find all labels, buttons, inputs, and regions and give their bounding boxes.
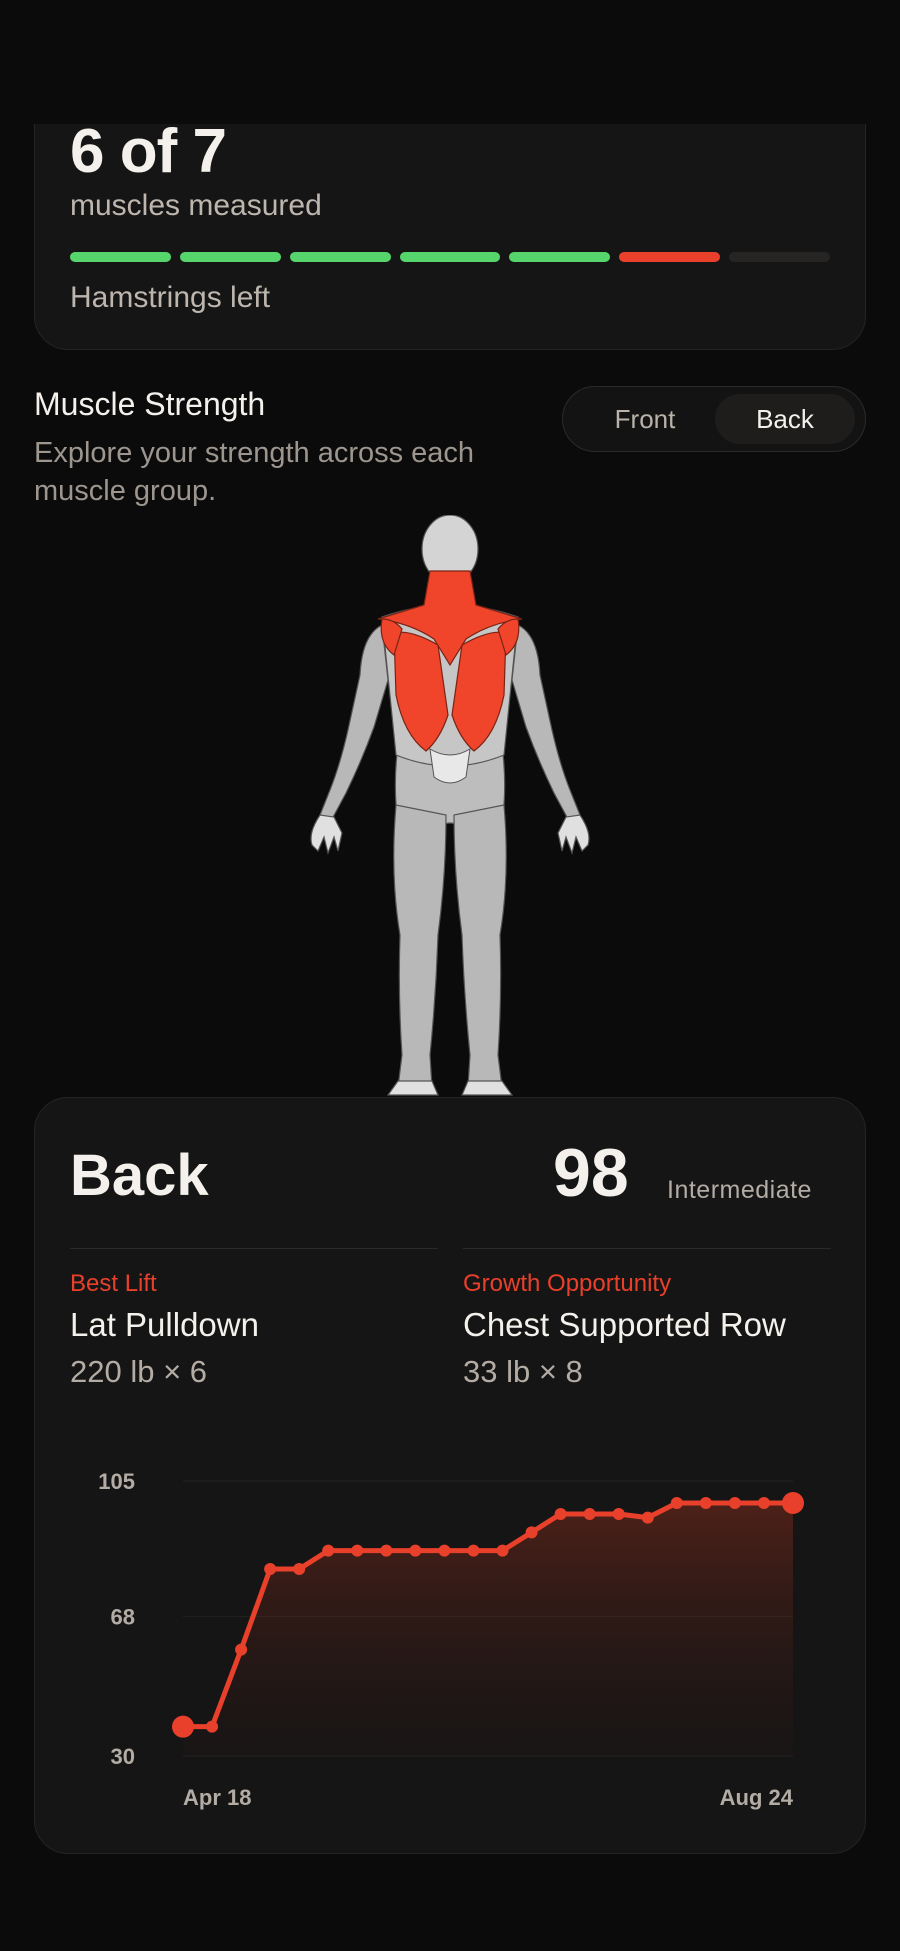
data-point[interactable] (293, 1563, 306, 1575)
body-figure-back[interactable] (290, 515, 610, 1097)
data-point[interactable] (525, 1526, 538, 1539)
data-point[interactable] (409, 1544, 422, 1557)
endpoint-marker[interactable] (782, 1492, 804, 1514)
section-subtitle: Explore your strength across each muscle… (34, 437, 475, 507)
data-point[interactable] (728, 1497, 741, 1509)
progress-segment-complete (399, 252, 501, 262)
endpoint-marker[interactable] (172, 1715, 194, 1738)
data-point[interactable] (757, 1497, 770, 1509)
data-point[interactable] (351, 1544, 364, 1557)
progress-segment-complete (289, 252, 391, 262)
series-area (183, 1503, 793, 1756)
left-hand (310, 814, 343, 856)
back-view-button[interactable]: Back (715, 394, 855, 444)
measured-count: 6 of 7 (70, 117, 227, 186)
view-toggle: Front Back (562, 386, 866, 452)
x-tick-label: Apr 18 (183, 1785, 251, 1810)
left-foot (386, 1080, 439, 1096)
progress-segment-complete (70, 252, 171, 262)
y-tick-label: 105 (98, 1469, 135, 1494)
muscle-detail-card[interactable]: Back 98 Intermediate Best Lift Lat Pulld… (34, 1097, 866, 1854)
data-point[interactable] (380, 1544, 393, 1557)
y-tick-label: 68 (111, 1605, 135, 1630)
left-arm (319, 624, 389, 820)
progress-segment-empty (729, 252, 831, 262)
strength-history-chart[interactable]: 105 68 30 Apr 18 Aug 24 (35, 1098, 867, 1855)
right-arm (511, 624, 581, 820)
x-tick-label: Aug 24 (720, 1785, 794, 1810)
data-point[interactable] (438, 1544, 451, 1557)
progress-segment-complete (509, 252, 611, 262)
progress-segment-complete (179, 252, 281, 262)
right-foot (461, 1080, 514, 1096)
status-area (0, 0, 900, 124)
right-leg (453, 804, 507, 1088)
data-point[interactable] (496, 1544, 509, 1557)
data-point[interactable] (670, 1497, 683, 1509)
section-title: Muscle Strength (34, 386, 266, 422)
front-view-button[interactable]: Front (575, 394, 715, 444)
data-point[interactable] (206, 1720, 219, 1733)
progress-segments (70, 252, 831, 262)
remaining-muscles: Hamstrings left (70, 281, 271, 314)
data-point[interactable] (699, 1497, 712, 1509)
y-tick-label: 30 (111, 1744, 135, 1769)
data-point[interactable] (583, 1508, 596, 1520)
data-point[interactable] (264, 1563, 277, 1575)
data-point[interactable] (235, 1643, 248, 1656)
data-point[interactable] (641, 1511, 654, 1524)
right-hand (557, 814, 590, 856)
data-point[interactable] (467, 1544, 480, 1557)
data-point[interactable] (322, 1544, 335, 1557)
data-point[interactable] (554, 1508, 567, 1520)
progress-segment-current (619, 252, 721, 262)
measured-label: muscles measured (70, 189, 322, 222)
data-point[interactable] (612, 1508, 625, 1520)
left-leg (393, 804, 447, 1088)
